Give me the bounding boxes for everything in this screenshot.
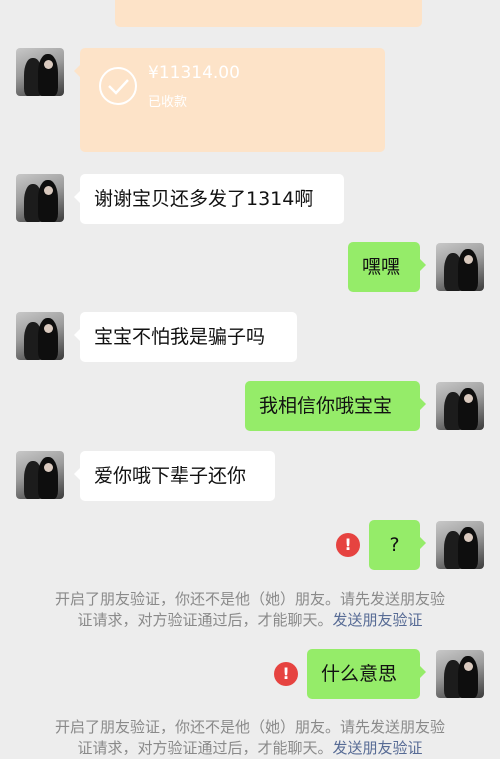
transfer-card-partial[interactable] bbox=[115, 0, 422, 27]
system-notice: 开启了朋友验证，你还不是他（她）朋友。请先发送朋友验 证请求，对方验证通过后，才… bbox=[20, 589, 480, 631]
system-notice-line: 开启了朋友验证，你还不是他（她）朋友。请先发送朋友验 bbox=[54, 718, 445, 736]
message-bubble[interactable]: 爱你哦下辈子还你 bbox=[74, 451, 275, 501]
contact-avatar[interactable] bbox=[16, 312, 64, 360]
check-icon bbox=[99, 67, 137, 105]
contact-avatar[interactable] bbox=[16, 48, 64, 96]
system-notice-line: 证请求，对方验证通过后，才能聊天。 bbox=[77, 611, 333, 629]
message-bubble[interactable]: 谢谢宝贝还多发了1314啊 bbox=[74, 174, 344, 224]
my-avatar[interactable] bbox=[436, 650, 484, 698]
send-verification-link[interactable]: 发送朋友验证 bbox=[333, 739, 423, 757]
send-verification-link[interactable]: 发送朋友验证 bbox=[333, 611, 423, 629]
system-notice-line: 开启了朋友验证，你还不是他（她）朋友。请先发送朋友验 bbox=[54, 590, 445, 608]
my-avatar[interactable] bbox=[436, 521, 484, 569]
system-notice-line: 证请求，对方验证通过后，才能聊天。 bbox=[77, 739, 333, 757]
message-bubble[interactable]: ? bbox=[369, 520, 426, 570]
error-icon[interactable]: ! bbox=[274, 662, 298, 686]
contact-avatar[interactable] bbox=[16, 451, 64, 499]
my-avatar[interactable] bbox=[436, 243, 484, 291]
transfer-card[interactable]: ¥11314.00 已收款 bbox=[74, 48, 385, 152]
contact-avatar[interactable] bbox=[16, 174, 64, 222]
message-bubble[interactable]: 宝宝不怕我是骗子吗 bbox=[74, 312, 297, 362]
transfer-amount: ¥11314.00 bbox=[148, 63, 240, 83]
message-bubble[interactable]: 嘿嘿 bbox=[348, 242, 426, 292]
error-icon[interactable]: ! bbox=[336, 533, 360, 557]
message-bubble[interactable]: 什么意思 bbox=[307, 649, 426, 699]
my-avatar[interactable] bbox=[436, 382, 484, 430]
message-bubble[interactable]: 我相信你哦宝宝 bbox=[245, 381, 426, 431]
transfer-status: 已收款 bbox=[148, 95, 188, 110]
